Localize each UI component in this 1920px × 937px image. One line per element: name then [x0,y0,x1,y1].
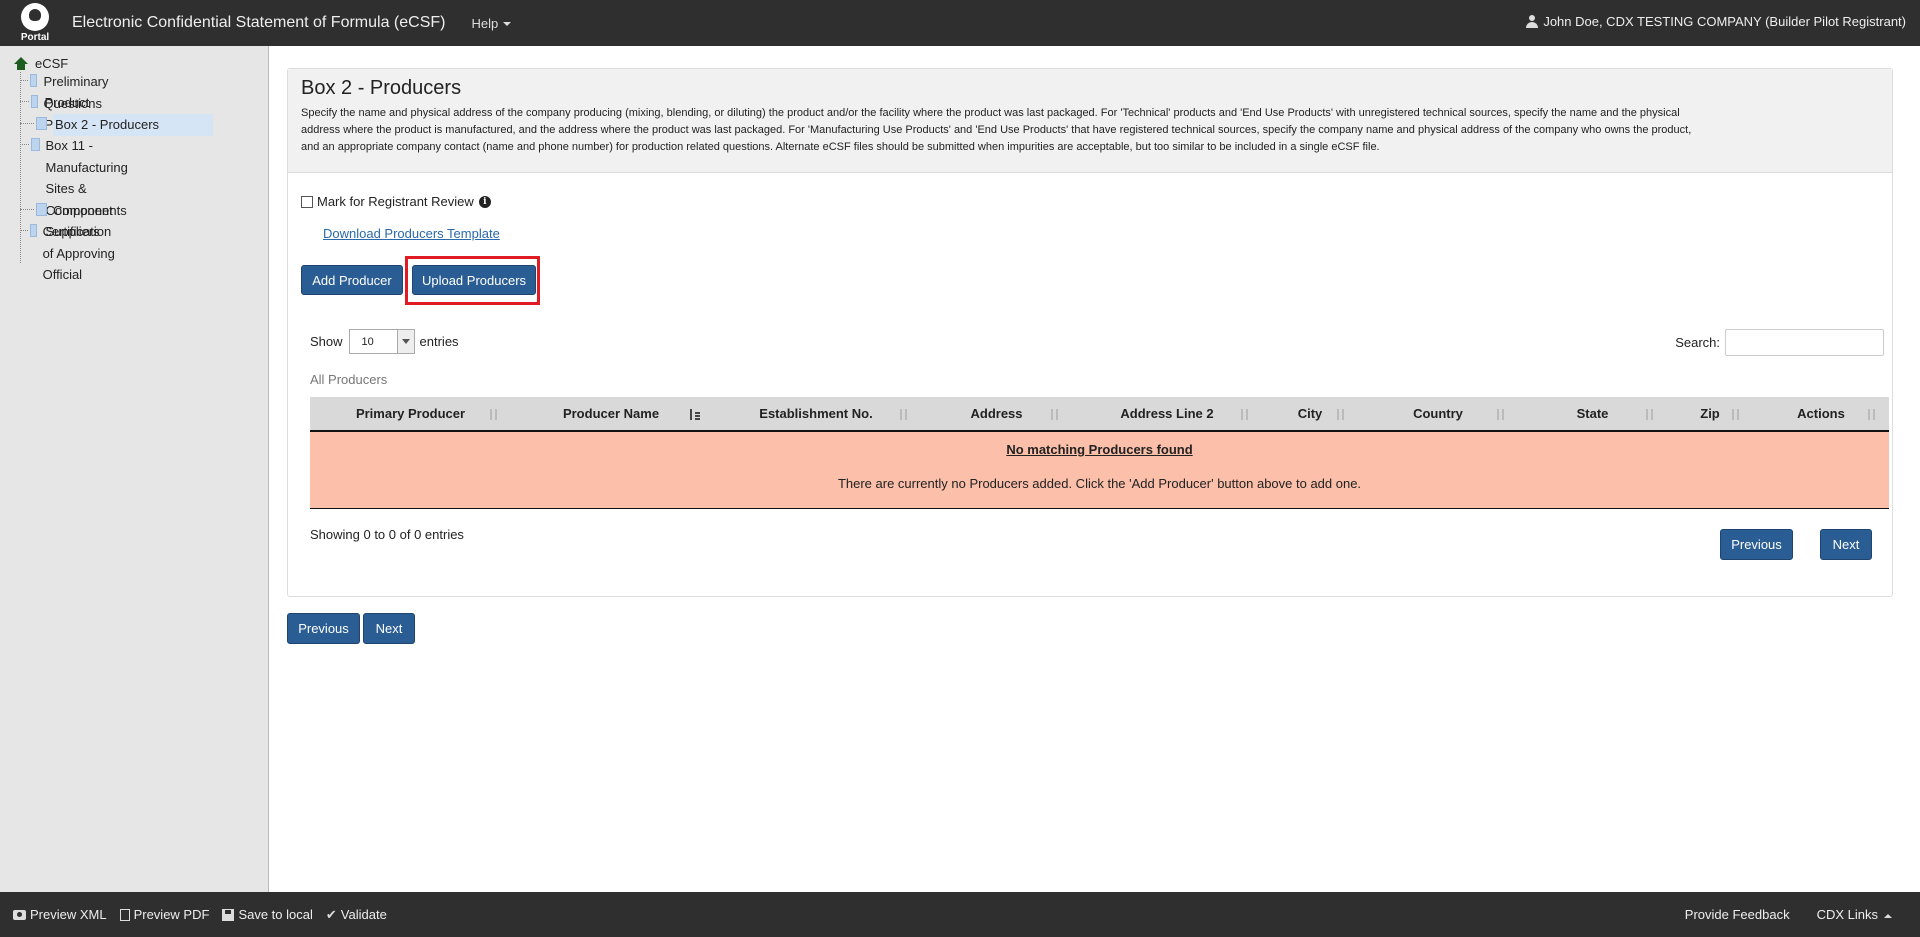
cdx-links-menu[interactable]: CDX Links [1817,907,1892,922]
page-next-button[interactable]: Next [363,613,415,644]
top-navbar: Portal Electronic Confidential Statement… [0,0,1920,46]
search-label: Search: [1675,335,1720,350]
document-icon [36,203,47,216]
col-address[interactable]: Address [921,397,1072,430]
provide-feedback-link[interactable]: Provide Feedback [1685,907,1790,922]
help-label: Help [471,15,499,31]
registrant-review-checkbox[interactable] [301,195,313,208]
home-icon [14,56,28,70]
nav-tree: eCSF Preliminary Questions Product Prope… [14,54,213,282]
entries-value: 10 [361,336,374,348]
add-producer-button[interactable]: Add Producer [301,265,403,295]
validate-button[interactable]: ✔ Validate [326,907,387,923]
entries-select[interactable]: 10 [348,329,415,354]
col-country[interactable]: Country [1358,397,1518,430]
validate-label: Validate [340,907,387,922]
table-header: Primary Producer Producer Name Establish… [310,397,1889,432]
sidebar-item-label: Components [53,203,127,218]
sidebar-item-label: Certification of Approving Official [42,224,115,282]
info-icon[interactable]: i [478,195,491,208]
table-previous-button[interactable]: Previous [1720,529,1793,560]
footer-bar: Preview XML Preview PDF Save to local ✔ … [0,892,1920,937]
help-menu[interactable]: Help [471,15,512,31]
producers-panel: Box 2 - Producers Specify the name and p… [287,68,1893,597]
entries-label: entries [419,334,459,349]
show-label: Show [310,334,343,349]
sort-icon [1645,409,1657,420]
col-primary-producer[interactable]: Primary Producer [310,397,511,430]
portal-logo[interactable]: Portal [10,0,60,46]
producers-table: Primary Producer Producer Name Establish… [310,397,1889,509]
sidebar-item-label: Box 2 - Producers [53,114,213,136]
registrant-review-row: Mark for Registrant Review i [301,194,491,209]
app-title: Electronic Confidential Statement of For… [72,14,446,31]
sort-icon [899,409,911,420]
document-icon [29,224,37,237]
sort-icon [1496,409,1508,420]
sort-icon [1336,409,1348,420]
upload-producers-button[interactable]: Upload Producers [412,265,536,295]
panel-header: Box 2 - Producers Specify the name and p… [288,69,1892,173]
user-icon [1526,15,1539,28]
tree-root[interactable]: eCSF [14,54,68,72]
user-menu[interactable]: John Doe, CDX TESTING COMPANY (Builder P… [1526,14,1906,29]
sort-icon [1731,409,1743,420]
sidebar: eCSF Preliminary Questions Product Prope… [0,46,269,892]
logo-text: Portal [20,32,50,43]
table-info: Showing 0 to 0 of 0 entries [310,527,464,542]
user-label: John Doe, CDX TESTING COMPANY (Builder P… [1543,14,1906,29]
empty-table-row: No matching Producers found There are cu… [310,432,1889,509]
search-input[interactable] [1725,329,1884,356]
sort-icon [489,409,501,420]
col-state[interactable]: State [1518,397,1667,430]
sidebar-item-components[interactable]: Components [20,200,127,222]
sidebar-item-certification[interactable]: Certification of Approving Official [20,221,122,286]
document-icon [31,138,40,151]
camera-icon [13,909,26,920]
checkmark-icon: ✔ [325,906,337,922]
col-city[interactable]: City [1262,397,1358,430]
save-icon [222,908,235,921]
col-producer-name[interactable]: Producer Name [511,397,711,430]
preview-pdf-button[interactable]: Preview PDF [119,907,210,922]
table-next-button[interactable]: Next [1820,529,1872,560]
col-address-line-2[interactable]: Address Line 2 [1072,397,1262,430]
sidebar-item-box-2-producers[interactable]: Box 2 - Producers [20,114,213,136]
document-icon [30,95,39,108]
preview-pdf-label: Preview PDF [133,907,210,922]
no-match-description: There are currently no Producers added. … [837,476,1362,491]
sort-icon [1050,409,1062,420]
document-icon [30,74,38,87]
entries-length-control: Show 10 entries [310,329,459,354]
sort-icon [1867,409,1879,420]
col-zip[interactable]: Zip [1667,397,1753,430]
chevron-up-icon [1884,913,1892,918]
portal-logo-icon [21,3,49,31]
page-title: Box 2 - Producers [301,77,462,99]
sort-icon [1240,409,1252,420]
page-description: Specify the name and physical address of… [301,107,1692,153]
download-template-link[interactable]: Download Producers Template [323,226,500,241]
tree-root-label: eCSF [35,55,69,71]
preview-xml-label: Preview XML [30,907,107,922]
col-actions[interactable]: Actions [1753,397,1889,430]
save-local-label: Save to local [238,907,313,922]
preview-xml-button[interactable]: Preview XML [13,907,107,922]
file-icon [119,908,130,921]
page-previous-button[interactable]: Previous [287,613,360,644]
document-icon [36,117,47,130]
no-match-title: No matching Producers found [1006,442,1193,457]
chevron-down-icon [503,22,512,27]
table-caption: All Producers [310,372,388,387]
sort-ascending-icon [689,409,701,420]
chevron-down-icon [396,330,414,353]
save-local-button[interactable]: Save to local [222,907,313,922]
registrant-review-label: Mark for Registrant Review [317,194,474,209]
table-search: Search: [1675,329,1884,356]
footer-right: Provide Feedback CDX Links [1685,892,1920,937]
col-establishment-no[interactable]: Establishment No. [711,397,921,430]
